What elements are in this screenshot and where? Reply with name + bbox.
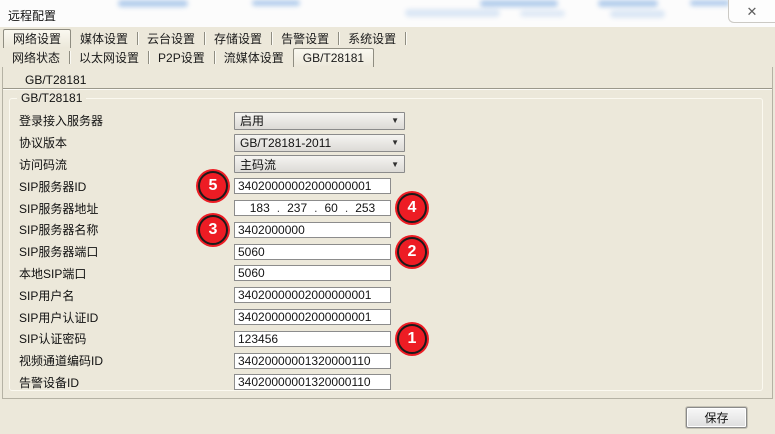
tab-strip-primary: 网络设置 媒体设置 云台设置 存储设置 告警设置 系统设置 xyxy=(3,29,406,48)
form-row-sip-server-id: SIP服务器ID 5 xyxy=(18,175,754,197)
video-channel-id-input[interactable] xyxy=(234,353,391,369)
chevron-down-icon: ▼ xyxy=(391,160,402,169)
page-subtitle: GB/T28181 xyxy=(25,73,86,87)
field-label: 本地SIP端口 xyxy=(18,265,234,282)
background-blur xyxy=(520,10,565,17)
protocol-version-select[interactable]: GB/T28181-2011 ▼ xyxy=(234,134,405,152)
annotation-badge-2: 2 xyxy=(395,235,429,269)
field-label: SIP用户名 xyxy=(18,287,234,304)
field-label: SIP服务器端口 xyxy=(18,243,234,260)
form-row-access-stream: 访问码流 主码流 ▼ xyxy=(18,154,754,176)
tab-p2p-settings[interactable]: P2P设置 xyxy=(149,48,214,67)
form-row-login-server: 登录接入服务器 启用 ▼ xyxy=(18,110,754,132)
save-button[interactable]: 保存 xyxy=(686,407,747,428)
tab-network-status[interactable]: 网络状态 xyxy=(3,48,69,67)
tab-ptz-settings[interactable]: 云台设置 xyxy=(138,29,204,48)
annotation-badge-4: 4 xyxy=(395,191,429,225)
field-label: SIP用户认证ID xyxy=(18,309,234,326)
form-row-protocol-version: 协议版本 GB/T28181-2011 ▼ xyxy=(18,132,754,154)
form-row-sip-server-address: SIP服务器地址 183 . 237 . 60 . 253 4 xyxy=(18,197,754,219)
background-blur xyxy=(118,0,188,7)
annotation-badge-1: 1 xyxy=(395,322,429,356)
gbt28181-form: 登录接入服务器 启用 ▼ 协议版本 GB/T28181-2011 ▼ 访问码流 xyxy=(18,110,754,393)
annotation-badge-3: 3 xyxy=(196,213,230,247)
tab-gbt28181[interactable]: GB/T28181 xyxy=(293,48,374,67)
background-blur xyxy=(598,0,658,7)
field-label: 协议版本 xyxy=(18,134,234,151)
form-row-video-channel-id: 视频通道编码ID xyxy=(18,350,754,372)
field-label: 视频通道编码ID xyxy=(18,352,234,369)
form-row-sip-username: SIP用户名 xyxy=(18,284,754,306)
sip-auth-password-input[interactable] xyxy=(234,331,391,347)
form-row-alarm-device-id: 告警设备ID xyxy=(18,372,754,394)
form-row-local-sip-port: 本地SIP端口 xyxy=(18,263,754,285)
field-label: SIP认证密码 xyxy=(18,330,234,347)
gbt28181-groupbox: GB/T28181 登录接入服务器 启用 ▼ 协议版本 GB/T28181-20… xyxy=(9,98,763,391)
chevron-down-icon: ▼ xyxy=(391,138,402,147)
alarm-device-id-input[interactable] xyxy=(234,374,391,390)
login-server-select[interactable]: 启用 ▼ xyxy=(234,112,405,130)
groupbox-title: GB/T28181 xyxy=(17,91,86,105)
sip-server-address-input[interactable]: 183 . 237 . 60 . 253 xyxy=(234,200,391,216)
tab-media-settings[interactable]: 媒体设置 xyxy=(71,29,137,48)
tab-alarm-settings[interactable]: 告警设置 xyxy=(272,29,338,48)
sip-user-auth-id-input[interactable] xyxy=(234,309,391,325)
tab-storage-settings[interactable]: 存储设置 xyxy=(205,29,271,48)
access-stream-select[interactable]: 主码流 ▼ xyxy=(234,155,405,173)
close-button[interactable]: ✕ xyxy=(728,0,775,23)
background-blur xyxy=(610,10,665,18)
header-separator xyxy=(3,88,772,90)
remote-config-dialog: 远程配置 ✕ 网络设置 媒体设置 云台设置 存储设置 告警设置 系统设置 网络状… xyxy=(0,0,775,434)
background-blur xyxy=(480,0,558,7)
annotation-badge-5: 5 xyxy=(196,169,230,203)
background-blur xyxy=(405,9,500,17)
form-row-sip-server-name: SIP服务器名称 3 xyxy=(18,219,754,241)
local-sip-port-input[interactable] xyxy=(234,265,391,281)
tab-page-gbt28181: GB/T28181 GB/T28181 登录接入服务器 启用 ▼ 协议版本 GB… xyxy=(2,67,773,399)
window-title: 远程配置 xyxy=(8,7,56,24)
tab-stream-media-settings[interactable]: 流媒体设置 xyxy=(215,48,293,67)
close-icon: ✕ xyxy=(747,5,758,18)
dialog-footer: 保存 xyxy=(0,399,775,434)
title-bar: 远程配置 ✕ xyxy=(0,0,775,27)
field-label: 登录接入服务器 xyxy=(18,112,234,129)
sip-server-name-input[interactable] xyxy=(234,222,391,238)
background-blur xyxy=(252,0,300,6)
field-label: SIP服务器地址 xyxy=(18,200,234,217)
sip-server-port-input[interactable] xyxy=(234,244,391,260)
form-row-sip-user-auth-id: SIP用户认证ID xyxy=(18,306,754,328)
field-label: 访问码流 xyxy=(18,156,234,173)
tab-ethernet-settings[interactable]: 以太网设置 xyxy=(70,48,148,67)
tab-strip-secondary: 网络状态 以太网设置 P2P设置 流媒体设置 GB/T28181 xyxy=(3,48,374,67)
form-row-sip-server-port: SIP服务器端口 2 xyxy=(18,241,754,263)
chevron-down-icon: ▼ xyxy=(391,116,402,125)
sip-server-id-input[interactable] xyxy=(234,178,391,194)
tab-separator xyxy=(405,32,406,45)
tab-network-settings[interactable]: 网络设置 xyxy=(3,29,71,48)
tab-system-settings[interactable]: 系统设置 xyxy=(339,29,405,48)
field-label: 告警设备ID xyxy=(18,374,234,391)
form-row-sip-auth-password: SIP认证密码 1 xyxy=(18,328,754,350)
sip-username-input[interactable] xyxy=(234,287,391,303)
background-blur xyxy=(690,0,730,6)
